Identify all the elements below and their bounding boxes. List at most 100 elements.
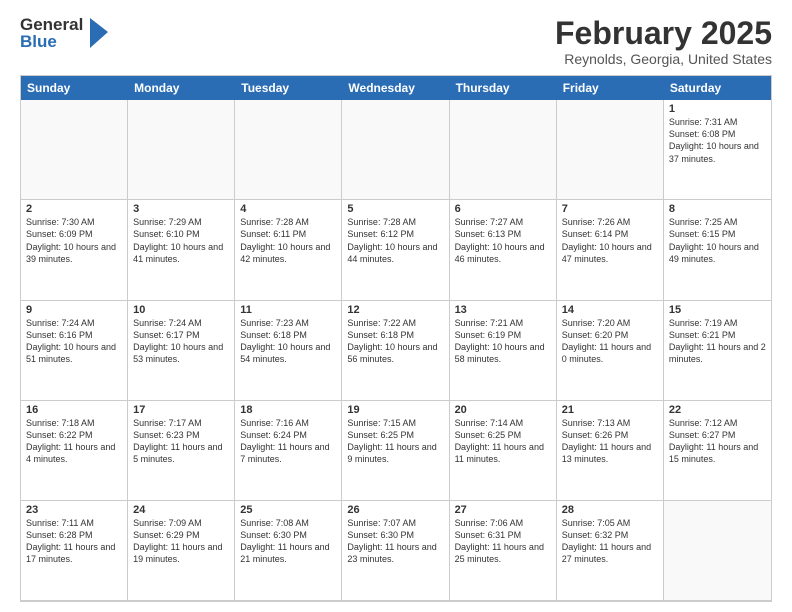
calendar-cell	[21, 100, 128, 200]
calendar-cell: 22Sunrise: 7:12 AM Sunset: 6:27 PM Dayli…	[664, 401, 771, 501]
cell-date: 21	[562, 404, 658, 416]
calendar-cell: 12Sunrise: 7:22 AM Sunset: 6:18 PM Dayli…	[342, 301, 449, 401]
cell-info: Sunrise: 7:31 AM Sunset: 6:08 PM Dayligh…	[669, 116, 766, 165]
cell-info: Sunrise: 7:22 AM Sunset: 6:18 PM Dayligh…	[347, 317, 443, 366]
location: Reynolds, Georgia, United States	[555, 51, 772, 67]
cell-date: 11	[240, 304, 336, 316]
calendar: SundayMondayTuesdayWednesdayThursdayFrid…	[20, 75, 772, 602]
cell-info: Sunrise: 7:30 AM Sunset: 6:09 PM Dayligh…	[26, 216, 122, 265]
calendar-cell: 6Sunrise: 7:27 AM Sunset: 6:13 PM Daylig…	[450, 200, 557, 300]
header: General Blue February 2025 Reynolds, Geo…	[20, 16, 772, 67]
calendar-cell: 25Sunrise: 7:08 AM Sunset: 6:30 PM Dayli…	[235, 501, 342, 601]
cell-date: 16	[26, 404, 122, 416]
cell-date: 14	[562, 304, 658, 316]
cell-date: 18	[240, 404, 336, 416]
cell-info: Sunrise: 7:24 AM Sunset: 6:16 PM Dayligh…	[26, 317, 122, 366]
cell-date: 20	[455, 404, 551, 416]
cell-date: 6	[455, 203, 551, 215]
calendar-cell	[128, 100, 235, 200]
cell-info: Sunrise: 7:09 AM Sunset: 6:29 PM Dayligh…	[133, 517, 229, 566]
cell-date: 3	[133, 203, 229, 215]
day-header: Tuesday	[235, 76, 342, 100]
cell-info: Sunrise: 7:14 AM Sunset: 6:25 PM Dayligh…	[455, 417, 551, 466]
calendar-cell: 16Sunrise: 7:18 AM Sunset: 6:22 PM Dayli…	[21, 401, 128, 501]
calendar-cell: 26Sunrise: 7:07 AM Sunset: 6:30 PM Dayli…	[342, 501, 449, 601]
day-header: Saturday	[664, 76, 771, 100]
cell-date: 19	[347, 404, 443, 416]
cell-date: 10	[133, 304, 229, 316]
calendar-cell: 11Sunrise: 7:23 AM Sunset: 6:18 PM Dayli…	[235, 301, 342, 401]
cell-date: 23	[26, 504, 122, 516]
calendar-cell: 8Sunrise: 7:25 AM Sunset: 6:15 PM Daylig…	[664, 200, 771, 300]
cell-date: 8	[669, 203, 766, 215]
month-year: February 2025	[555, 16, 772, 51]
calendar-cell	[664, 501, 771, 601]
cell-info: Sunrise: 7:28 AM Sunset: 6:12 PM Dayligh…	[347, 216, 443, 265]
calendar-cell: 7Sunrise: 7:26 AM Sunset: 6:14 PM Daylig…	[557, 200, 664, 300]
cell-info: Sunrise: 7:07 AM Sunset: 6:30 PM Dayligh…	[347, 517, 443, 566]
cell-date: 13	[455, 304, 551, 316]
cell-date: 5	[347, 203, 443, 215]
calendar-cell: 14Sunrise: 7:20 AM Sunset: 6:20 PM Dayli…	[557, 301, 664, 401]
cell-info: Sunrise: 7:27 AM Sunset: 6:13 PM Dayligh…	[455, 216, 551, 265]
cell-info: Sunrise: 7:20 AM Sunset: 6:20 PM Dayligh…	[562, 317, 658, 366]
cell-info: Sunrise: 7:16 AM Sunset: 6:24 PM Dayligh…	[240, 417, 336, 466]
cell-info: Sunrise: 7:17 AM Sunset: 6:23 PM Dayligh…	[133, 417, 229, 466]
cell-date: 15	[669, 304, 766, 316]
calendar-cell	[557, 100, 664, 200]
calendar-cell: 5Sunrise: 7:28 AM Sunset: 6:12 PM Daylig…	[342, 200, 449, 300]
calendar-cell: 9Sunrise: 7:24 AM Sunset: 6:16 PM Daylig…	[21, 301, 128, 401]
day-header: Wednesday	[342, 76, 449, 100]
calendar-cell: 10Sunrise: 7:24 AM Sunset: 6:17 PM Dayli…	[128, 301, 235, 401]
cell-info: Sunrise: 7:21 AM Sunset: 6:19 PM Dayligh…	[455, 317, 551, 366]
logo: General Blue	[20, 16, 108, 50]
page: General Blue February 2025 Reynolds, Geo…	[0, 0, 792, 612]
cell-info: Sunrise: 7:25 AM Sunset: 6:15 PM Dayligh…	[669, 216, 766, 265]
calendar-cell: 23Sunrise: 7:11 AM Sunset: 6:28 PM Dayli…	[21, 501, 128, 601]
cell-info: Sunrise: 7:26 AM Sunset: 6:14 PM Dayligh…	[562, 216, 658, 265]
cell-info: Sunrise: 7:08 AM Sunset: 6:30 PM Dayligh…	[240, 517, 336, 566]
cell-date: 25	[240, 504, 336, 516]
calendar-cell	[342, 100, 449, 200]
cell-date: 22	[669, 404, 766, 416]
calendar-cell: 19Sunrise: 7:15 AM Sunset: 6:25 PM Dayli…	[342, 401, 449, 501]
day-header: Monday	[128, 76, 235, 100]
calendar-cell: 13Sunrise: 7:21 AM Sunset: 6:19 PM Dayli…	[450, 301, 557, 401]
calendar-cell: 20Sunrise: 7:14 AM Sunset: 6:25 PM Dayli…	[450, 401, 557, 501]
cell-date: 24	[133, 504, 229, 516]
day-header: Friday	[557, 76, 664, 100]
day-headers: SundayMondayTuesdayWednesdayThursdayFrid…	[21, 76, 771, 100]
calendar-cell: 17Sunrise: 7:17 AM Sunset: 6:23 PM Dayli…	[128, 401, 235, 501]
calendar-cell: 21Sunrise: 7:13 AM Sunset: 6:26 PM Dayli…	[557, 401, 664, 501]
title-area: February 2025 Reynolds, Georgia, United …	[555, 16, 772, 67]
cell-info: Sunrise: 7:05 AM Sunset: 6:32 PM Dayligh…	[562, 517, 658, 566]
calendar-cell: 15Sunrise: 7:19 AM Sunset: 6:21 PM Dayli…	[664, 301, 771, 401]
cell-date: 12	[347, 304, 443, 316]
calendar-cell	[450, 100, 557, 200]
calendar-cell: 18Sunrise: 7:16 AM Sunset: 6:24 PM Dayli…	[235, 401, 342, 501]
calendar-grid: 1Sunrise: 7:31 AM Sunset: 6:08 PM Daylig…	[21, 100, 771, 601]
cell-date: 1	[669, 103, 766, 115]
day-header: Sunday	[21, 76, 128, 100]
calendar-cell: 24Sunrise: 7:09 AM Sunset: 6:29 PM Dayli…	[128, 501, 235, 601]
cell-info: Sunrise: 7:13 AM Sunset: 6:26 PM Dayligh…	[562, 417, 658, 466]
cell-info: Sunrise: 7:28 AM Sunset: 6:11 PM Dayligh…	[240, 216, 336, 265]
calendar-cell: 3Sunrise: 7:29 AM Sunset: 6:10 PM Daylig…	[128, 200, 235, 300]
cell-date: 27	[455, 504, 551, 516]
day-header: Thursday	[450, 76, 557, 100]
logo-general: General	[20, 16, 83, 33]
cell-date: 17	[133, 404, 229, 416]
calendar-cell: 4Sunrise: 7:28 AM Sunset: 6:11 PM Daylig…	[235, 200, 342, 300]
cell-info: Sunrise: 7:11 AM Sunset: 6:28 PM Dayligh…	[26, 517, 122, 566]
calendar-cell: 28Sunrise: 7:05 AM Sunset: 6:32 PM Dayli…	[557, 501, 664, 601]
calendar-cell: 27Sunrise: 7:06 AM Sunset: 6:31 PM Dayli…	[450, 501, 557, 601]
calendar-cell: 1Sunrise: 7:31 AM Sunset: 6:08 PM Daylig…	[664, 100, 771, 200]
logo-blue: Blue	[20, 33, 83, 50]
cell-date: 28	[562, 504, 658, 516]
cell-date: 7	[562, 203, 658, 215]
cell-info: Sunrise: 7:23 AM Sunset: 6:18 PM Dayligh…	[240, 317, 336, 366]
cell-date: 2	[26, 203, 122, 215]
cell-date: 4	[240, 203, 336, 215]
cell-info: Sunrise: 7:15 AM Sunset: 6:25 PM Dayligh…	[347, 417, 443, 466]
cell-info: Sunrise: 7:29 AM Sunset: 6:10 PM Dayligh…	[133, 216, 229, 265]
